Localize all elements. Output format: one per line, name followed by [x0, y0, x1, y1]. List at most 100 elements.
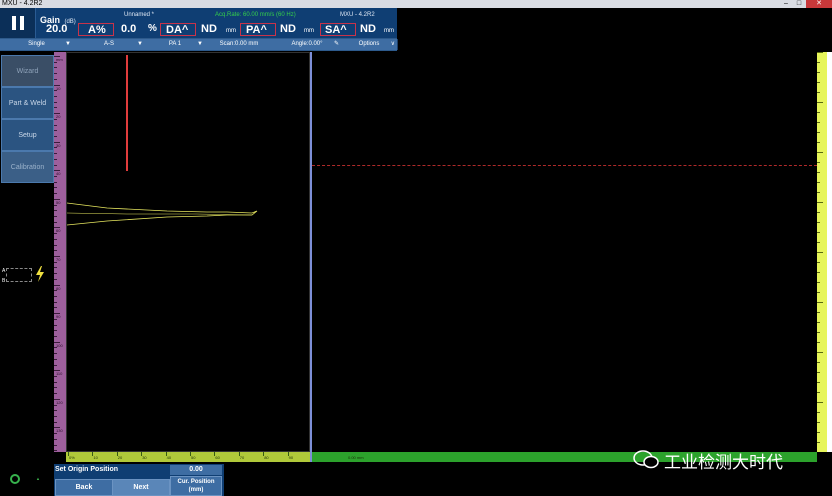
view-label: A-S: [103, 41, 114, 47]
ruler-tick: [817, 292, 820, 293]
watermark: 工业检测大时代: [630, 448, 830, 473]
angle-field[interactable]: Angle:0.00° ✎: [273, 39, 342, 50]
status-icon: ▲: [36, 476, 40, 481]
ruler-tick: [817, 52, 823, 53]
ruler-minor-tick: [54, 438, 57, 440]
ruler-tick: [817, 392, 820, 393]
c-scan-panel[interactable]: [312, 52, 817, 452]
ruler-tick: [817, 442, 820, 443]
ruler-tick: [817, 252, 823, 253]
ruler-minor-tick: [54, 130, 57, 132]
ruler-tick: [817, 332, 820, 333]
origin-value-field[interactable]: 0.00: [170, 465, 222, 475]
dropdown-arrow-icon: ▼: [65, 41, 71, 47]
ruler-tick: [817, 352, 823, 353]
ruler-label: 30: [142, 455, 147, 460]
ruler-minor-tick: [54, 353, 57, 355]
mode-select[interactable]: Single ▼: [0, 39, 74, 50]
back-button[interactable]: Back: [55, 479, 113, 496]
ruler-minor-tick: [54, 381, 57, 383]
wechat-icon: [633, 450, 659, 469]
pause-button[interactable]: [0, 8, 36, 38]
ruler-minor-tick: [54, 330, 57, 332]
ruler-tick: [817, 172, 820, 173]
ruler-minor-tick: [54, 73, 57, 75]
sidebar-item-calibration[interactable]: Calibration: [1, 151, 54, 183]
gate-label-a: A: [2, 268, 6, 274]
ruler-minor-tick: [54, 364, 57, 366]
ruler-tick: [817, 142, 820, 143]
ruler-minor-tick: [54, 410, 57, 412]
ruler-minor-tick: [54, 433, 57, 435]
options-button[interactable]: Options ∨: [341, 39, 398, 50]
ruler-minor-tick: [54, 387, 57, 389]
readout-da-box[interactable]: DA^: [160, 23, 196, 36]
ruler-tick: [817, 202, 823, 203]
ruler-minor-tick: [54, 61, 57, 63]
scrollbar-right[interactable]: [827, 52, 832, 452]
ruler-label: mm: [56, 57, 63, 62]
gain-value[interactable]: 20.0: [46, 23, 67, 35]
ruler-minor-tick: [54, 107, 57, 109]
maximize-icon[interactable]: □: [793, 0, 805, 8]
chevron-down-icon: ∨: [390, 41, 395, 47]
scan-ruler-label: 0.00 mm: [348, 455, 364, 460]
group-select[interactable]: PA 1 ▼: [145, 39, 206, 50]
next-button[interactable]: Next: [112, 479, 170, 496]
app-version: MXU - 4.2R2: [340, 12, 375, 18]
ruler-tick: [817, 192, 820, 193]
ruler-minor-tick: [54, 273, 57, 275]
ruler-minor-tick: [54, 187, 57, 189]
scan-field[interactable]: Scan:0.00 mm: [205, 39, 274, 50]
minimize-icon[interactable]: –: [780, 0, 792, 8]
ruler-minor-tick: [54, 124, 57, 126]
sidebar-item-part-weld[interactable]: Part & Weld: [1, 87, 54, 119]
gate-indicator: [6, 268, 32, 282]
readout-pa-box[interactable]: PA^: [240, 23, 276, 36]
ruler-minor-tick: [54, 221, 57, 223]
ruler-minor-tick: [54, 324, 57, 326]
ruler-minor-tick: [54, 101, 57, 103]
ruler-tick: [817, 152, 823, 153]
ruler-minor-tick: [54, 393, 57, 395]
a-scan-plot: [67, 55, 258, 226]
readout-a-label: A%: [88, 24, 106, 36]
acq-rate: Acq.Rate: 60.00 mm/s (60 Hz): [215, 12, 296, 18]
cur-position-button[interactable]: Cur. Position (mm): [170, 476, 222, 496]
sidebar-item-setup[interactable]: Setup: [1, 119, 54, 151]
ruler-tick: [817, 342, 820, 343]
ruler-minor-tick: [54, 267, 57, 269]
readout-da-value: ND: [201, 23, 217, 35]
ruler-tick: [817, 132, 820, 133]
ruler-tick: [817, 112, 820, 113]
angle-label: Angle:0.00°: [291, 41, 323, 47]
ruler-label: 120: [56, 399, 63, 405]
readout-a-box[interactable]: A%: [78, 23, 114, 36]
view-select[interactable]: A-S ▼: [73, 39, 146, 50]
ruler-minor-tick: [54, 416, 57, 417]
ruler-label: 0%: [69, 455, 75, 460]
ruler-label: 130: [56, 428, 63, 434]
ruler-tick: [817, 362, 820, 363]
gate-line-dashed: [312, 165, 817, 166]
ruler-minor-tick: [54, 233, 57, 235]
ruler-tick: [817, 312, 820, 313]
ruler-tick: [817, 162, 820, 163]
sidebar-item-wizard[interactable]: Wizard: [1, 55, 54, 87]
ruler-label: 50: [191, 455, 196, 460]
wizard-bar: Set Origin Position 0.00 Back Next Cur. …: [54, 464, 224, 496]
ruler-tick: [817, 382, 820, 383]
ruler-tick: [817, 232, 820, 233]
dropdown-arrow-icon: ▼: [137, 41, 143, 47]
ruler-right: [817, 52, 827, 452]
gear-icon[interactable]: [8, 472, 22, 486]
close-icon[interactable]: ✕: [806, 0, 832, 8]
a-scan-panel[interactable]: [66, 52, 310, 452]
ruler-minor-tick: [54, 78, 57, 80]
ruler-tick: [817, 212, 820, 213]
ruler-minor-tick: [54, 90, 57, 92]
ruler-tick: [817, 302, 823, 303]
side-nav: Wizard Part & Weld Setup Calibration A B…: [0, 52, 54, 496]
readout-sa-box[interactable]: SA^: [320, 23, 356, 36]
ruler-tick: [817, 432, 820, 433]
